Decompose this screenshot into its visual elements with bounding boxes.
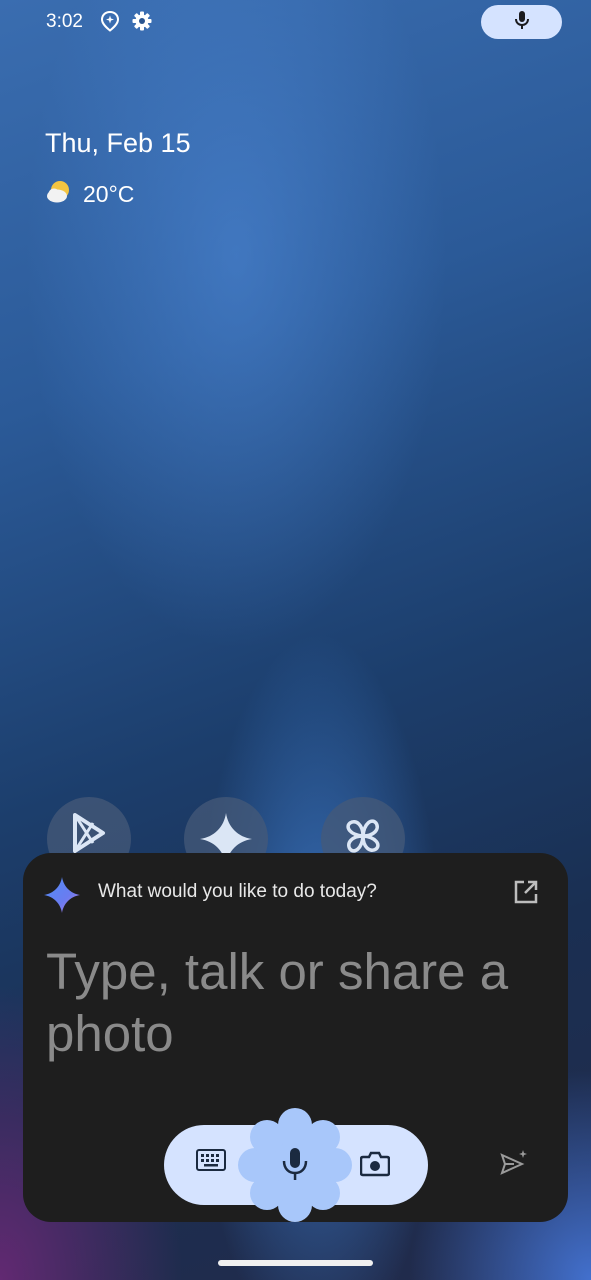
voice-search-button[interactable] [481, 5, 562, 39]
status-bar: 3:02 [0, 0, 591, 44]
assistant-location-icon [99, 10, 121, 32]
play-store-icon [71, 813, 107, 858]
weather-widget[interactable]: 20°C [45, 178, 134, 211]
assistant-card: What would you like to do today? Type, t… [23, 853, 568, 1222]
open-external-icon[interactable] [513, 879, 539, 910]
mic-icon [513, 10, 531, 35]
camera-icon[interactable] [359, 1151, 391, 1182]
partly-sunny-icon [45, 178, 73, 211]
status-time: 3:02 [46, 11, 83, 32]
gear-icon [131, 10, 153, 32]
keyboard-icon[interactable] [196, 1149, 226, 1176]
date-label[interactable]: Thu, Feb 15 [45, 128, 191, 159]
mic-button[interactable] [238, 1108, 352, 1227]
weather-temperature: 20°C [83, 181, 135, 207]
send-icon[interactable] [500, 1149, 528, 1180]
gemini-icon [44, 877, 80, 918]
assistant-input-actions [164, 1108, 428, 1222]
assistant-prompt: What would you like to do today? [98, 881, 377, 902]
assistant-input-field[interactable]: Type, talk or share a photo [46, 941, 546, 1065]
home-indicator[interactable] [218, 1260, 373, 1266]
